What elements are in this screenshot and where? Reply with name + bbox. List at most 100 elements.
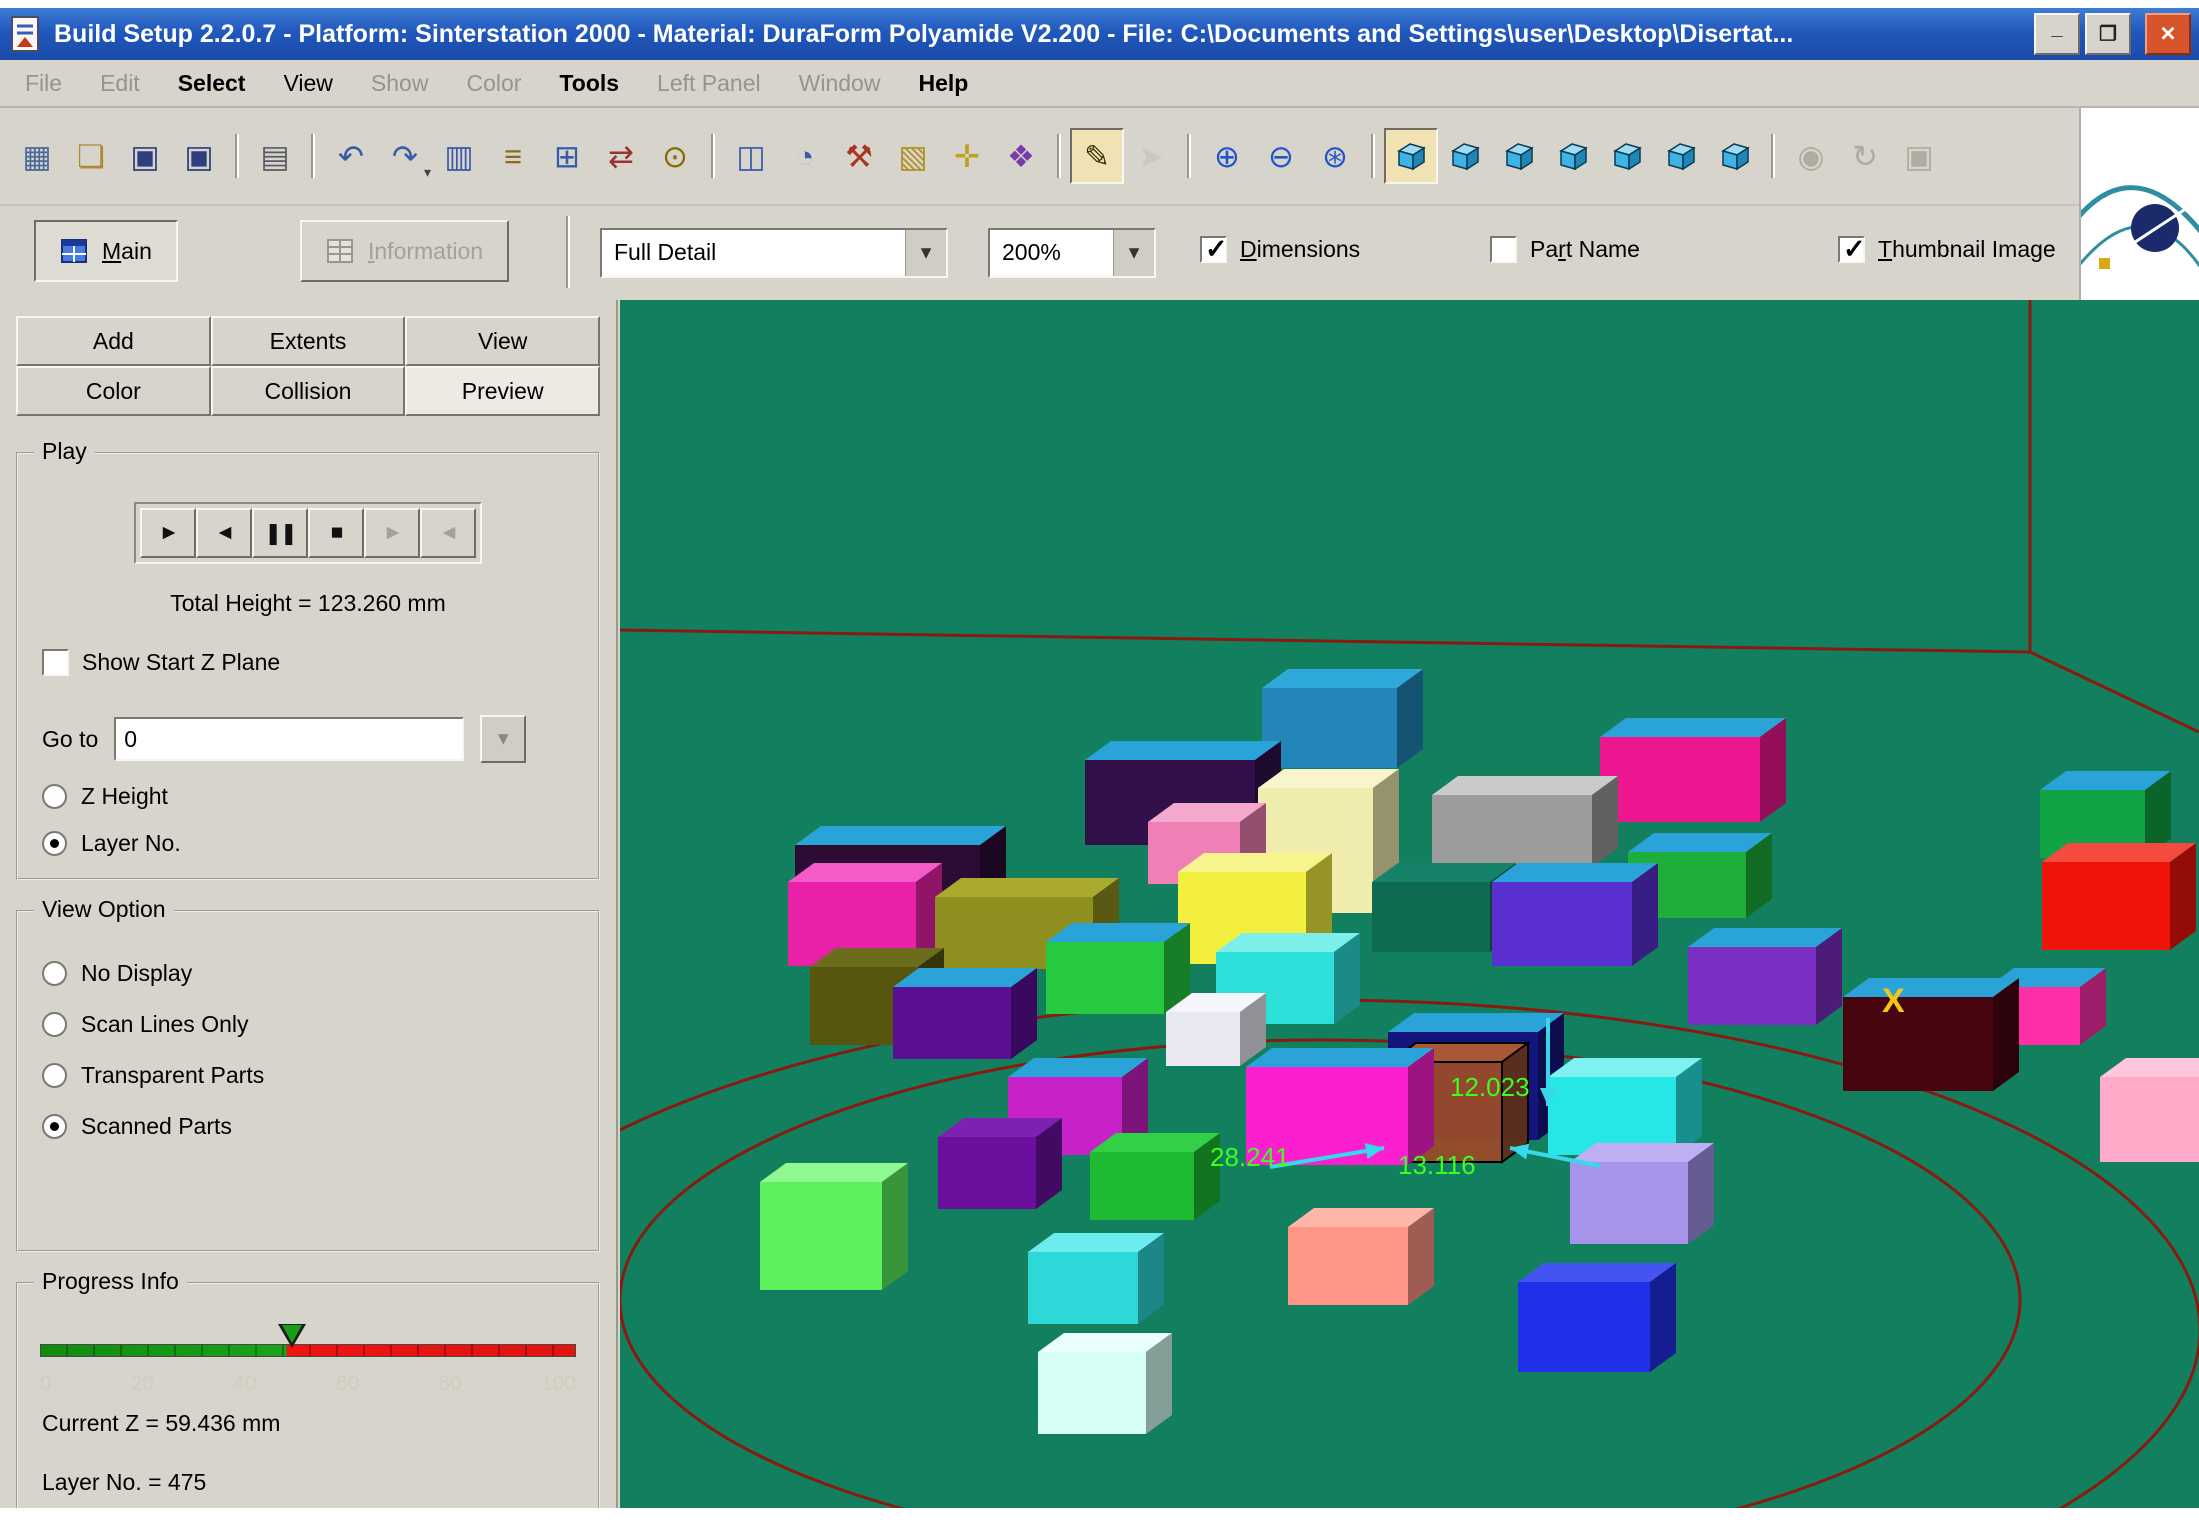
- verify-build-icon[interactable]: ❖: [994, 128, 1048, 184]
- open-file-icon[interactable]: ❏: [64, 128, 118, 184]
- goto-input[interactable]: [114, 717, 464, 761]
- toolbar-separator: [566, 216, 570, 288]
- view-front-icon[interactable]: [1438, 128, 1492, 184]
- minimize-button[interactable]: [2034, 13, 2080, 55]
- tabs-row-1: AddExtentsView: [16, 316, 600, 366]
- svg-text:28.241: 28.241: [1210, 1142, 1290, 1172]
- detail-combo-arrow-icon[interactable]: [905, 230, 946, 276]
- svg-text:12.023: 12.023: [1450, 1072, 1530, 1102]
- view-bottom-icon[interactable]: [1708, 128, 1762, 184]
- thumbnail-image-checkbox[interactable]: Thumbnail Image: [1838, 236, 2056, 263]
- goto-mode-radios: Z Height Layer No.: [18, 783, 598, 857]
- menu-item-help[interactable]: Help: [899, 62, 987, 105]
- view-option-radios: No Display Scan Lines Only Transparent Par…: [18, 960, 598, 1140]
- view-option-group: View Option No DisplayScan Lines OnlyTra…: [16, 910, 600, 1252]
- progress-slider[interactable]: [40, 1324, 576, 1368]
- zoom-out-icon[interactable]: ⊖: [1254, 128, 1308, 184]
- progress-bar: [40, 1344, 576, 1357]
- menu-item-select[interactable]: Select: [159, 62, 265, 105]
- radio-scanned-parts[interactable]: Scanned Parts: [42, 1113, 598, 1140]
- zoom-level-combo[interactable]: 200%: [988, 228, 1156, 278]
- radio-dot: [42, 1063, 67, 1088]
- total-height-label: Total Height = 123.260 mm: [18, 590, 598, 617]
- statistics-icon[interactable]: ◫: [724, 128, 778, 184]
- part-name-checkbox[interactable]: Part Name: [1490, 236, 1640, 263]
- render-icon: ◉: [1784, 128, 1838, 184]
- play-reverse-button[interactable]: ◄: [196, 508, 252, 558]
- view-back-icon[interactable]: [1492, 128, 1546, 184]
- show-start-z-checkbox[interactable]: Show Start Z Plane: [42, 649, 280, 676]
- radio-no-display[interactable]: No Display: [42, 960, 598, 987]
- build-time-icon[interactable]: ◔: [778, 128, 832, 184]
- goto-row: Go to: [42, 715, 598, 763]
- view-option-group-label: View Option: [34, 896, 174, 923]
- toolbar-separator: [1057, 134, 1061, 178]
- edit-region-icon[interactable]: ✎: [1070, 128, 1124, 184]
- tab-extents[interactable]: Extents: [211, 316, 406, 366]
- main-view-icon: [60, 237, 88, 265]
- select-cursor-icon[interactable]: ➤: [1124, 128, 1178, 184]
- view-isometric-icon[interactable]: [1384, 128, 1438, 184]
- tab-view[interactable]: View: [405, 316, 600, 366]
- toolbar-separator: [1771, 134, 1775, 178]
- restore-button[interactable]: [2085, 13, 2131, 55]
- viewport-3d-scene[interactable]: 12.02328.24113.116X: [620, 300, 2199, 1508]
- radio-label: No Display: [81, 960, 192, 987]
- viewport[interactable]: 12.02328.24113.116X: [620, 300, 2199, 1508]
- radio-z-height[interactable]: Z Height: [42, 783, 598, 810]
- radio-dot: [42, 831, 67, 856]
- pause-button[interactable]: ❚❚: [252, 508, 308, 558]
- main-view-button[interactable]: Main: [34, 220, 178, 282]
- radio-scan-lines-only[interactable]: Scan Lines Only: [42, 1011, 598, 1038]
- refresh-icon: ↻: [1838, 128, 1892, 184]
- arrange-parts-icon[interactable]: ⊞: [540, 128, 594, 184]
- close-button[interactable]: [2145, 13, 2191, 55]
- new-build-icon[interactable]: ▦: [10, 128, 64, 184]
- view-top-icon[interactable]: [1654, 128, 1708, 184]
- tabs-row-2: ColorCollisionPreview: [16, 366, 600, 416]
- redo-icon[interactable]: ↷▾: [378, 128, 432, 184]
- radio-layer-no[interactable]: Layer No.: [42, 830, 598, 857]
- tab-preview[interactable]: Preview: [405, 366, 600, 416]
- scale-tick-label: 60: [336, 1372, 359, 1396]
- radio-label: Scanned Parts: [81, 1113, 232, 1140]
- lock-icon[interactable]: ⊙: [648, 128, 702, 184]
- zoom-in-icon[interactable]: ⊕: [1200, 128, 1254, 184]
- save-icon[interactable]: ▣: [118, 128, 172, 184]
- stop-button[interactable]: ■: [308, 508, 364, 558]
- scale-tick-label: 0: [40, 1372, 52, 1396]
- tools-icon[interactable]: ⚒: [832, 128, 886, 184]
- radio-transparent-parts[interactable]: Transparent Parts: [42, 1062, 598, 1089]
- place-part-icon[interactable]: ✛: [940, 128, 994, 184]
- checkbox-box: [1200, 236, 1227, 263]
- show-start-z-label: Show Start Z Plane: [82, 649, 280, 676]
- dimensions-checkbox[interactable]: Dimensions: [1200, 236, 1360, 263]
- zoom-extents-icon[interactable]: ⊛: [1308, 128, 1362, 184]
- checkbox-box: [1490, 236, 1517, 263]
- zoom-combo-arrow-icon[interactable]: [1113, 230, 1154, 276]
- pack-parts-icon[interactable]: ▧: [886, 128, 940, 184]
- goto-dropdown-button[interactable]: [480, 715, 526, 763]
- snapshot-icon: ▣: [1892, 128, 1946, 184]
- menu-item-view[interactable]: View: [264, 62, 351, 105]
- part-list-icon[interactable]: ≡: [486, 128, 540, 184]
- main-button-label: Main: [102, 238, 152, 265]
- play-button[interactable]: ►: [140, 508, 196, 558]
- menu-item-tools[interactable]: Tools: [540, 62, 638, 105]
- window-controls: [2029, 13, 2191, 55]
- print-icon[interactable]: ▤: [248, 128, 302, 184]
- swap-parts-icon[interactable]: ⇄: [594, 128, 648, 184]
- copy-icon[interactable]: ▥: [432, 128, 486, 184]
- detail-level-combo[interactable]: Full Detail: [600, 228, 948, 278]
- tab-color[interactable]: Color: [16, 366, 211, 416]
- part-name-label: Part Name: [1530, 236, 1640, 263]
- view-right-icon[interactable]: [1600, 128, 1654, 184]
- tab-collision[interactable]: Collision: [211, 366, 406, 416]
- window-titlebar[interactable]: Build Setup 2.2.0.7 - Platform: Sinterst…: [0, 8, 2199, 60]
- current-z-label: Current Z = 59.436 mm: [42, 1410, 598, 1437]
- window-title: Build Setup 2.2.0.7 - Platform: Sinterst…: [54, 20, 2029, 49]
- undo-icon[interactable]: ↶: [324, 128, 378, 184]
- save-all-icon[interactable]: ▣: [172, 128, 226, 184]
- view-left-icon[interactable]: [1546, 128, 1600, 184]
- tab-add[interactable]: Add: [16, 316, 211, 366]
